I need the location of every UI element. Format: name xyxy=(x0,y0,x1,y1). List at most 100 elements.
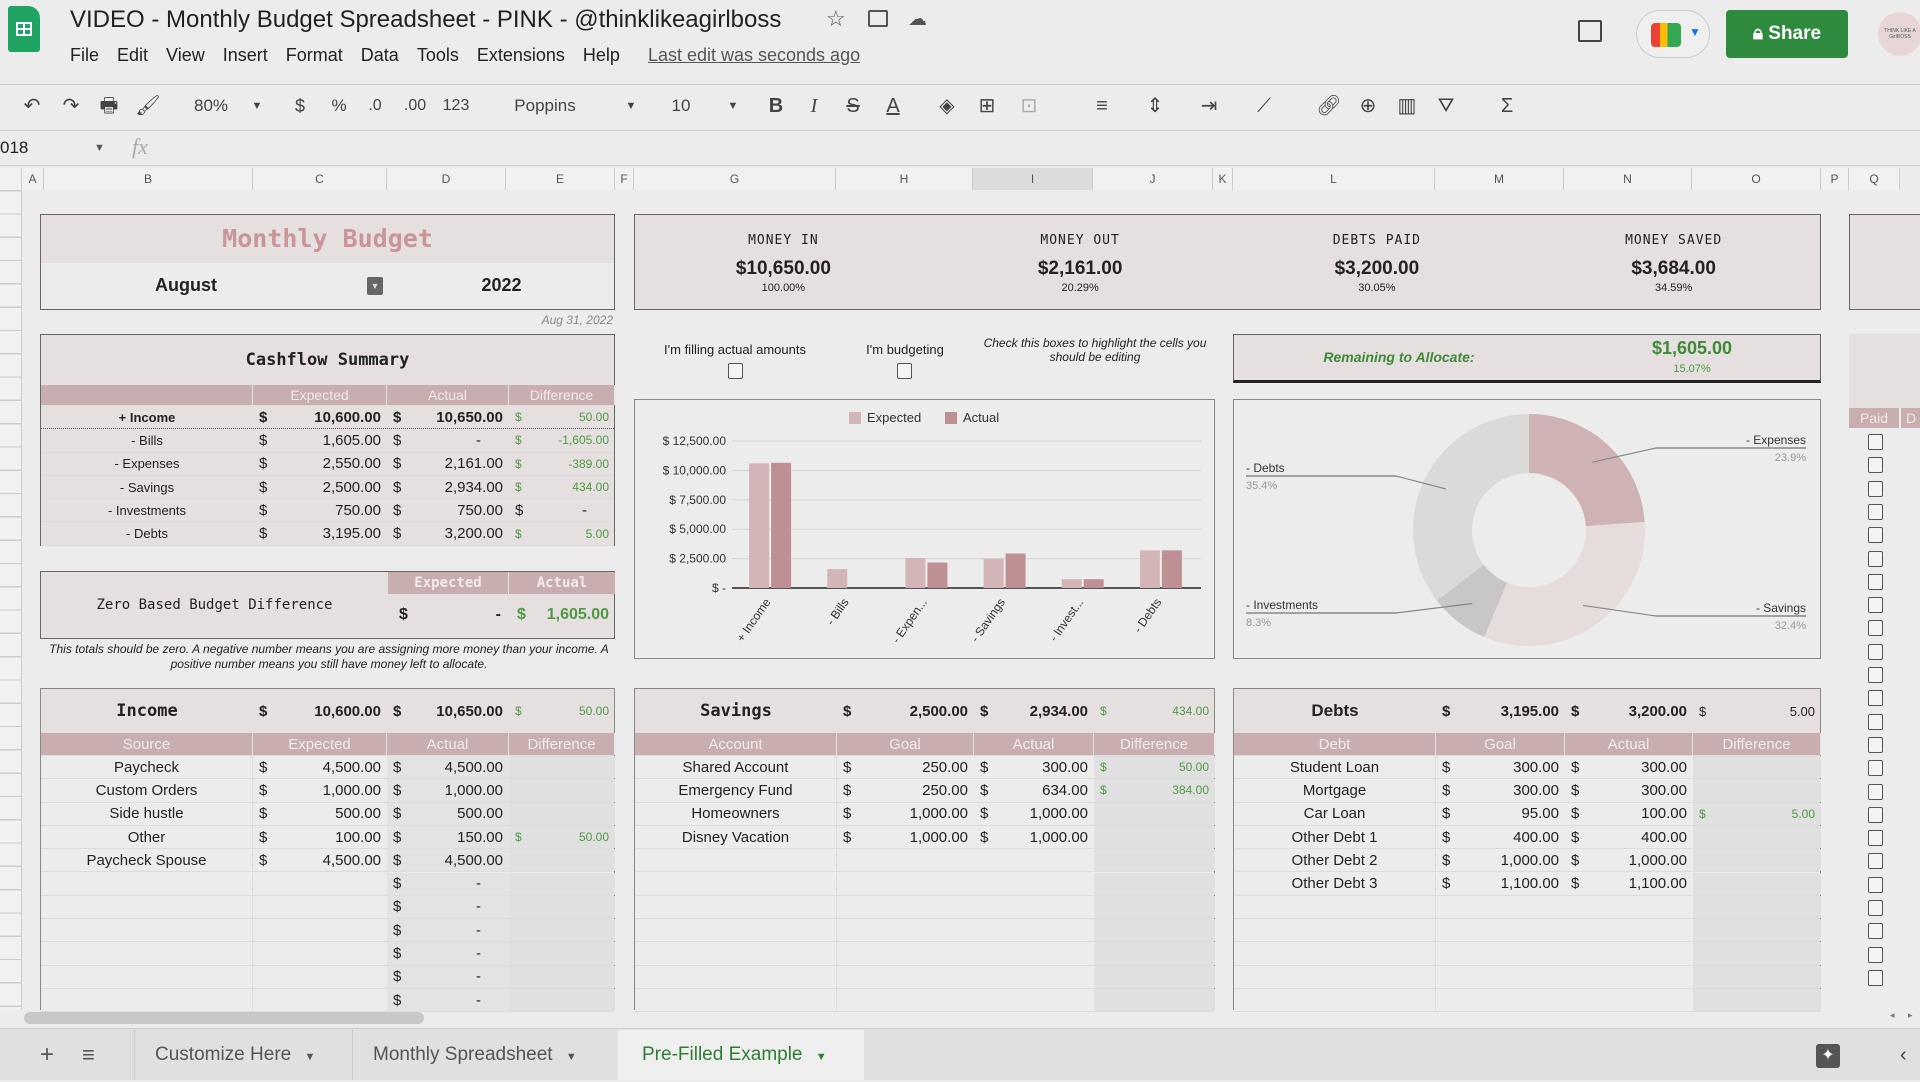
month-select[interactable]: August xyxy=(41,275,331,296)
paid-checkbox[interactable] xyxy=(1868,503,1883,520)
paid-checkbox[interactable] xyxy=(1868,550,1883,567)
donut-chart[interactable]: - Expenses 23.9% - Savings 32.4% - Investmen… xyxy=(1233,399,1821,659)
insert-link-icon[interactable]: 🔗︎ xyxy=(1316,92,1341,120)
cloud-saved-icon[interactable]: ☁ xyxy=(908,8,927,31)
paid-checkbox[interactable] xyxy=(1868,527,1883,544)
column-header-G[interactable]: G xyxy=(634,168,836,190)
font-select[interactable]: Poppins xyxy=(514,92,575,120)
menu-edit[interactable]: Edit xyxy=(117,45,148,66)
paid-checkbox[interactable] xyxy=(1868,620,1883,637)
paid-checkbox[interactable] xyxy=(1868,783,1883,800)
text-color-button[interactable]: A xyxy=(886,92,899,120)
budgeting-checkbox[interactable] xyxy=(897,363,912,379)
paid-checkbox[interactable] xyxy=(1868,923,1883,940)
star-icon[interactable]: ☆ xyxy=(826,6,846,32)
italic-button[interactable]: I xyxy=(811,92,818,120)
paid-checkbox[interactable] xyxy=(1868,900,1883,916)
functions-icon[interactable]: Σ xyxy=(1501,92,1513,120)
currency-format-button[interactable]: $ xyxy=(295,92,305,120)
decrease-decimal-button[interactable]: .0 xyxy=(368,92,381,120)
filter-icon[interactable]: ⛛ xyxy=(1438,92,1455,120)
increase-decimal-button[interactable]: .00 xyxy=(404,92,426,120)
collapse-side-panel-icon[interactable]: ‹ xyxy=(1900,1044,1907,1067)
column-header-H[interactable]: H xyxy=(836,168,973,190)
paid-checkbox[interactable] xyxy=(1868,713,1883,730)
filling-actual-checkbox[interactable] xyxy=(728,363,743,379)
menu-data[interactable]: Data xyxy=(361,45,399,66)
last-edit-link[interactable]: Last edit was seconds ago xyxy=(648,45,860,66)
paid-checkbox[interactable] xyxy=(1868,457,1883,474)
tab-chevron-icon[interactable]: ▼ xyxy=(566,1051,577,1063)
sheets-logo[interactable] xyxy=(8,6,40,52)
year-cell[interactable]: 2022 xyxy=(387,275,616,296)
scroll-right-icon[interactable]: ▸ xyxy=(1908,1010,1913,1021)
horizontal-scrollbar[interactable] xyxy=(24,1012,424,1024)
paid-checkbox[interactable] xyxy=(1868,480,1883,497)
font-size-select[interactable]: 10 xyxy=(672,92,691,120)
column-header-B[interactable]: B xyxy=(44,168,253,190)
fill-color-icon[interactable]: ◈ xyxy=(939,92,954,120)
merge-cells-icon[interactable]: ⊡ xyxy=(1021,92,1038,120)
menu-file[interactable]: File xyxy=(70,45,99,66)
column-header-A[interactable]: A xyxy=(22,168,44,190)
paid-checkbox[interactable] xyxy=(1868,434,1883,450)
menu-help[interactable]: Help xyxy=(583,45,620,66)
column-header-C[interactable]: C xyxy=(253,168,387,190)
column-header-F[interactable]: F xyxy=(615,168,634,190)
vertical-align-icon[interactable]: ⇕ xyxy=(1147,92,1164,120)
column-header-L[interactable]: L xyxy=(1233,168,1435,190)
more-formats-button[interactable]: 123 xyxy=(443,92,470,120)
zoom-chevron-icon[interactable]: ▼ xyxy=(252,92,263,120)
move-folder-icon[interactable] xyxy=(868,10,888,27)
explore-icon[interactable]: ✦ xyxy=(1816,1044,1840,1068)
column-header-E[interactable]: E xyxy=(506,168,615,190)
avatar[interactable]: THINK LIKE A GirlBOSS xyxy=(1878,12,1920,56)
strikethrough-button[interactable]: S xyxy=(846,92,859,120)
document-title[interactable]: VIDEO - Monthly Budget Spreadsheet - PIN… xyxy=(70,6,781,34)
tab-chevron-icon[interactable]: ▼ xyxy=(816,1051,827,1063)
tab-customize-here[interactable]: Customize Here ▼ xyxy=(134,1030,349,1080)
paid-checkbox[interactable] xyxy=(1868,667,1883,683)
menu-format[interactable]: Format xyxy=(286,45,343,66)
month-dropdown-icon[interactable]: ▼ xyxy=(367,277,383,295)
size-chevron-icon[interactable]: ▼ xyxy=(728,92,739,120)
formula-input[interactable] xyxy=(176,136,1916,162)
name-box-chevron-icon[interactable]: ▼ xyxy=(94,142,105,154)
paid-checkbox[interactable] xyxy=(1868,969,1883,986)
font-chevron-icon[interactable]: ▼ xyxy=(626,92,637,120)
undo-icon[interactable]: ↶ xyxy=(24,92,41,120)
paid-checkbox[interactable] xyxy=(1868,806,1883,823)
paid-checkbox[interactable] xyxy=(1868,573,1883,590)
menu-view[interactable]: View xyxy=(166,45,205,66)
paid-checkbox[interactable] xyxy=(1868,830,1883,847)
paid-checkbox[interactable] xyxy=(1868,736,1883,753)
text-wrap-icon[interactable]: ⇥ xyxy=(1201,92,1218,120)
all-sheets-button[interactable]: ≡ xyxy=(82,1030,95,1080)
menu-insert[interactable]: Insert xyxy=(223,45,268,66)
scroll-left-icon[interactable]: ◂ xyxy=(1890,1010,1895,1021)
percent-format-button[interactable]: % xyxy=(331,92,346,120)
paid-checkbox[interactable] xyxy=(1868,643,1883,660)
paid-checkbox[interactable] xyxy=(1868,876,1883,893)
add-sheet-button[interactable]: + xyxy=(40,1030,54,1080)
insert-comment-icon[interactable]: ⊕ xyxy=(1360,92,1377,120)
redo-icon[interactable]: ↷ xyxy=(63,92,80,120)
paid-checkbox[interactable] xyxy=(1868,597,1883,614)
insert-chart-icon[interactable]: ▥ xyxy=(1398,92,1417,120)
horizontal-align-icon[interactable]: ≡ xyxy=(1096,92,1108,120)
share-button[interactable]: 🔒︎ Share xyxy=(1726,10,1848,58)
column-header-I[interactable]: I xyxy=(973,168,1093,190)
column-header-D[interactable]: D xyxy=(387,168,506,190)
text-rotation-icon[interactable]: ⟋ xyxy=(1257,92,1271,120)
bold-button[interactable]: B xyxy=(769,92,783,120)
bar-chart[interactable]: $ - $ 2,500.00 $ 5,000.00 $ 7,500.00 $ 10,00… xyxy=(634,399,1215,659)
paid-checkbox[interactable] xyxy=(1868,690,1883,707)
print-icon[interactable]: 🖶︎ xyxy=(100,92,119,120)
tab-monthly-spreadsheet[interactable]: Monthly Spreadsheet ▼ xyxy=(352,1030,614,1080)
tab-pre-filled-example[interactable]: Pre-Filled Example ▼ xyxy=(618,1030,864,1080)
column-header-N[interactable]: N xyxy=(1564,168,1692,190)
column-header-Q[interactable]: Q xyxy=(1849,168,1900,190)
column-header-K[interactable]: K xyxy=(1213,168,1233,190)
tab-chevron-icon[interactable]: ▼ xyxy=(305,1051,316,1063)
paid-checkbox[interactable] xyxy=(1868,853,1883,870)
